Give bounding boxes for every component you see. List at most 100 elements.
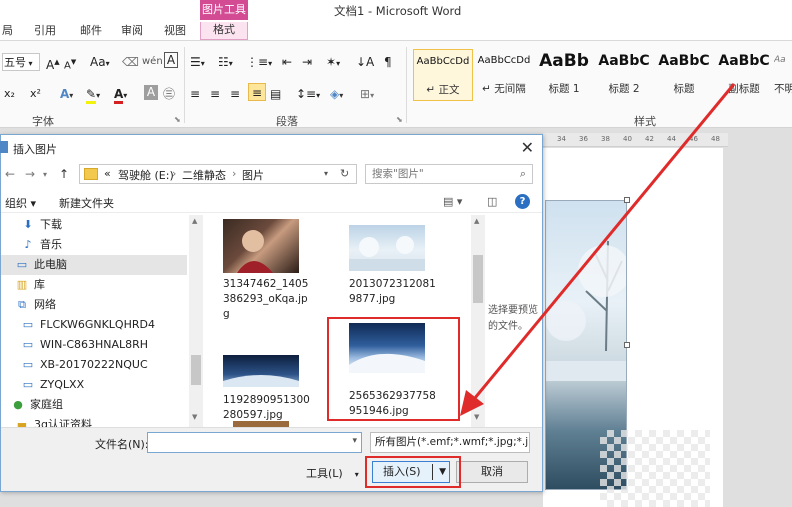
chevron-down-icon[interactable]: ▾ (352, 436, 357, 446)
breadcrumb-current[interactable]: 图片 (242, 167, 264, 183)
new-folder-button[interactable]: 新建文件夹 (59, 195, 114, 211)
font-color-icon[interactable]: A▾ (114, 85, 127, 104)
file-thumbnail[interactable] (223, 219, 299, 273)
text-effect-icon[interactable]: A▾ (60, 85, 73, 103)
line-spacing-icon[interactable]: ↕≡▾ (296, 85, 320, 103)
numbering-icon[interactable]: ☷▾ (218, 53, 233, 71)
close-icon[interactable]: ✕ (521, 138, 534, 157)
organize-button[interactable]: 组织 ▾ (5, 195, 36, 211)
justify-icon[interactable]: ≡ (248, 83, 266, 101)
scroll-up-icon[interactable]: ▲ (192, 217, 197, 225)
style-title[interactable]: AaBbC 标题 (655, 49, 713, 101)
nav-item-homegroup[interactable]: ● 家庭组 (11, 395, 63, 415)
up-icon[interactable]: ↑ (59, 167, 69, 181)
nav-item-computer[interactable]: ▭ ZYQLXX (21, 375, 84, 395)
search-input[interactable] (372, 167, 507, 181)
recent-locations-icon[interactable]: ▾ (43, 170, 47, 179)
scroll-up-icon[interactable]: ▲ (474, 217, 479, 225)
filename-input[interactable] (148, 433, 338, 451)
borders-icon[interactable]: ⊞▾ (360, 85, 374, 103)
sort-icon[interactable]: ↓A (356, 53, 374, 71)
nav-item-computer[interactable]: ▭ WIN-C863HNAL8RH (21, 335, 148, 355)
char-border-icon[interactable]: A (164, 52, 178, 68)
search-box[interactable]: ⌕ (365, 164, 533, 184)
paragraph-dialog-launcher-icon[interactable]: ⬊ (396, 111, 403, 129)
address-bar[interactable]: « 驾驶舱 (E:) › 二维静态 › 图片 ▾ ↻ (79, 164, 357, 184)
tab-picture-format[interactable]: 格式 (200, 22, 248, 40)
nav-item-this-pc[interactable]: ▭ 此电脑 (1, 255, 187, 275)
nav-item-computer[interactable]: ▭ FLCKW6GNKLQHRD4 (21, 315, 155, 335)
highlight-icon[interactable]: ✎▾ (86, 85, 100, 104)
distributed-icon[interactable]: ▤ (270, 85, 281, 103)
align-left-icon[interactable]: ≡ (190, 85, 200, 103)
change-case-button[interactable]: Aa▾ (90, 53, 110, 71)
search-icon[interactable]: ⌕ (520, 167, 526, 181)
enclose-char-icon[interactable]: ㊂ (163, 85, 175, 103)
nav-item-libraries[interactable]: ▥ 库 (15, 275, 45, 295)
char-shading-icon[interactable]: A (144, 85, 158, 100)
font-dialog-launcher-icon[interactable]: ⬊ (174, 111, 181, 129)
superscript-button[interactable]: x² (30, 85, 41, 103)
file-name[interactable]: 20130723120819877.jpg (349, 277, 439, 307)
style-heading-1[interactable]: AaBb 标题 1 (535, 49, 593, 101)
chevron-right-icon[interactable]: › (172, 167, 176, 180)
scroll-down-icon[interactable]: ▼ (192, 413, 197, 421)
cancel-button[interactable]: 取消 (456, 461, 528, 483)
tab-view[interactable]: 视图 (164, 22, 186, 40)
tab-references[interactable]: 引用 (34, 22, 56, 40)
align-center-icon[interactable]: ≡ (210, 85, 220, 103)
chevron-right-icon[interactable]: › (232, 167, 236, 180)
dialog-title-bar[interactable]: 插入图片 ✕ (0, 135, 542, 161)
file-thumbnail[interactable] (349, 225, 425, 271)
breadcrumb-overflow[interactable]: « (104, 167, 111, 180)
style-subtitle[interactable]: AaBbC 副标题 (715, 49, 773, 101)
breadcrumb-drive[interactable]: 驾驶舱 (E:) (118, 167, 174, 183)
style-heading-2[interactable]: AaBbC 标题 2 (594, 49, 654, 101)
bullets-icon[interactable]: ☰▾ (190, 53, 205, 71)
clear-format-icon[interactable]: ⌫ (122, 53, 139, 71)
horizontal-ruler[interactable]: 34 36 38 40 42 44 46 48 (543, 133, 728, 147)
align-right-icon[interactable]: ≡ (230, 85, 240, 103)
preview-pane-icon[interactable]: ◫ (487, 195, 497, 208)
resize-handle[interactable] (624, 342, 630, 348)
file-name[interactable]: 1192890951300280597.jpg (223, 393, 313, 423)
chevron-down-icon[interactable]: ▾ (324, 169, 328, 178)
font-size-select[interactable]: 五号 ▾ (2, 53, 40, 71)
navigation-scrollbar[interactable]: ▲ ▼ (189, 215, 203, 427)
tab-review[interactable]: 审阅 (121, 22, 143, 40)
forward-icon[interactable]: → (25, 167, 35, 181)
style-no-spacing[interactable]: AaBbCcDd ↵ 无间隔 (475, 49, 533, 101)
show-marks-icon[interactable]: ¶ (384, 53, 392, 71)
view-options-icon[interactable]: ▤ ▾ (443, 195, 462, 208)
increase-indent-icon[interactable]: ⇥ (302, 53, 312, 71)
multilevel-list-icon[interactable]: ⋮≡▾ (246, 53, 272, 71)
file-thumbnail[interactable] (223, 355, 299, 387)
shrink-font-button[interactable]: A▼ (64, 53, 76, 71)
decrease-indent-icon[interactable]: ⇤ (282, 53, 292, 71)
tab-layout-partial[interactable]: 局 (2, 22, 13, 40)
scroll-thumb[interactable] (473, 255, 483, 303)
nav-item-music[interactable]: ♪ 音乐 (21, 235, 62, 255)
chinese-layout-icon[interactable]: ✶▾ (326, 53, 340, 71)
breadcrumb-folder[interactable]: 二维静态 (182, 167, 226, 183)
file-name[interactable]: 31347462_1405386293_oKqa.jpg (223, 277, 313, 322)
file-list-scrollbar[interactable]: ▲ ▼ (471, 215, 485, 427)
nav-item-downloads[interactable]: ⬇ 下载 (21, 215, 62, 235)
tab-mailings[interactable]: 邮件 (80, 22, 102, 40)
nav-item-computer[interactable]: ▭ XB-20170222NQUC (21, 355, 148, 375)
help-icon[interactable]: ? (515, 194, 530, 209)
scroll-thumb[interactable] (191, 355, 201, 385)
insert-picture-dialog[interactable]: 插入图片 ✕ ← → ▾ ↑ « 驾驶舱 (E:) › 二维静态 › 图片 ▾ … (0, 134, 543, 492)
style-more[interactable]: Aa 不明 (774, 49, 792, 101)
shading-icon[interactable]: ◈▾ (330, 85, 343, 103)
filetype-select[interactable]: 所有图片(*.emf;*.wmf;*.jpg;*.j (370, 432, 530, 453)
tools-button[interactable]: 工具(L) ▾ (306, 465, 359, 481)
phonetic-guide-icon[interactable]: wén (142, 53, 163, 71)
refresh-icon[interactable]: ↻ (340, 167, 349, 180)
subscript-button[interactable]: x₂ (4, 85, 15, 103)
resize-handle[interactable] (624, 197, 630, 203)
scroll-down-icon[interactable]: ▼ (474, 413, 479, 421)
grow-font-button[interactable]: A▲ (46, 53, 60, 72)
filename-field[interactable]: ▾ (147, 432, 362, 453)
nav-item-network[interactable]: ⧉ 网络 (15, 295, 56, 315)
